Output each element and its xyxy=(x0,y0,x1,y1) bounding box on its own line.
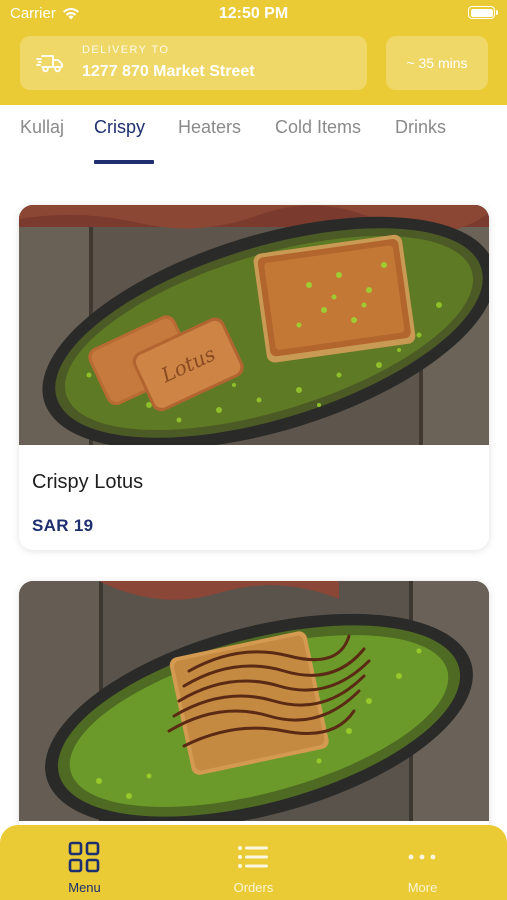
grid-icon xyxy=(68,841,100,873)
tab-kullaj[interactable]: Kullaj xyxy=(20,117,64,165)
active-tab-indicator xyxy=(94,160,154,164)
delivery-address: 1277 870 Market Street xyxy=(82,63,255,80)
battery-icon xyxy=(468,6,498,19)
nav-menu-label: Menu xyxy=(68,880,101,895)
more-dots-icon xyxy=(408,854,436,860)
bottom-tab-bar: Menu Orders More xyxy=(0,825,507,900)
nav-more-label: More xyxy=(407,880,438,895)
delivery-truck-icon xyxy=(36,55,63,73)
product-name: Crispy Lotus xyxy=(32,471,144,493)
nav-menu[interactable]: Menu xyxy=(0,825,169,900)
nav-orders[interactable]: Orders xyxy=(169,825,338,900)
tab-drinks[interactable]: Drinks xyxy=(395,117,446,165)
nav-more[interactable]: More xyxy=(338,825,507,900)
product-price: SAR 19 xyxy=(32,516,94,535)
status-time: 12:50 PM xyxy=(218,5,289,22)
product-list[interactable]: Lotus Crispy Lotus SAR 19 xyxy=(0,165,507,825)
battery-wrap xyxy=(468,6,498,19)
eta-label: ~ 35 mins xyxy=(406,55,468,71)
eta-button[interactable]: ~ 35 mins xyxy=(386,36,488,90)
tab-crispy[interactable]: Crispy xyxy=(94,117,145,165)
nav-orders-label: Orders xyxy=(233,880,274,895)
status-bar: Carrier 12:50 PM xyxy=(0,0,507,30)
product-card[interactable] xyxy=(19,581,489,825)
crispy-chocolate-photo xyxy=(19,581,489,821)
product-card[interactable]: Lotus Crispy Lotus SAR 19 xyxy=(19,205,489,550)
top-header: Carrier 12:50 PM DELIVERY TO 1277 870 Ma… xyxy=(0,0,507,105)
list-icon xyxy=(238,846,268,868)
tab-heaters[interactable]: Heaters xyxy=(178,117,241,165)
delivery-label: DELIVERY TO xyxy=(82,44,170,56)
crispy-lotus-photo: Lotus xyxy=(19,205,489,445)
category-tabs: Kullaj Crispy Heaters Cold Items Drinks xyxy=(0,105,507,165)
delivery-address-button[interactable]: DELIVERY TO 1277 870 Market Street xyxy=(20,36,367,90)
tab-cold-items[interactable]: Cold Items xyxy=(275,117,361,165)
